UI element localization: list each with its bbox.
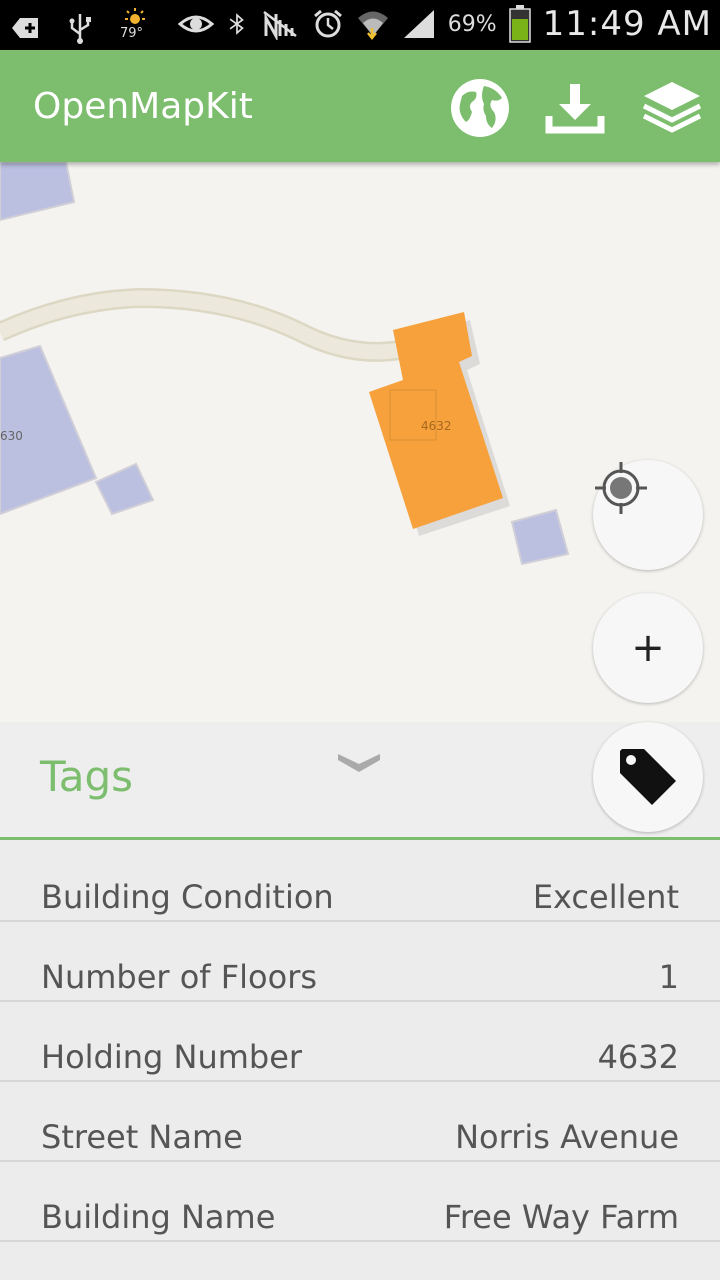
tag-value: Free Way Farm [443,1198,679,1236]
tag-key: Holding Number [41,1038,303,1076]
tag-value: 1 [658,958,679,996]
add-notification-icon [12,18,38,38]
building-top-left[interactable] [0,162,76,222]
tag-row[interactable]: Number of Floors 1 [0,920,720,1002]
cell-signal-icon [403,10,434,38]
app-title: OpenMapKit [33,86,253,127]
tag-value: Excellent [532,878,679,916]
tag-key: Building Condition [41,878,334,916]
eye-icon [177,15,214,33]
battery-percent: 69% [447,11,497,37]
tag-row[interactable]: Building Condition Excellent [0,840,720,922]
bluetooth-icon [229,13,244,35]
temperature-text: 79° [120,26,144,41]
battery-icon [508,5,531,43]
app-bar: OpenMapKit [0,50,720,162]
tag-value: Norris Avenue [455,1118,679,1156]
weather-widget: 79° [118,8,158,48]
tag-row[interactable]: Holding Number 4632 [0,1000,720,1082]
no-signal-icon [262,11,297,40]
tag-icon [620,749,676,805]
alarm-icon [313,9,342,38]
clock: 11:49 AM [542,4,712,44]
tag-key: Building Name [41,1198,276,1236]
wifi-icon [357,11,388,40]
tag-button[interactable] [593,722,703,832]
map-view[interactable]: 630 4632 + [0,162,720,722]
locate-button[interactable] [593,460,703,570]
chevron-down-icon[interactable] [336,750,382,776]
tag-row[interactable]: Building Name Free Way Farm [0,1160,720,1242]
status-bar: 79° 69% 11:49 AM [0,0,720,50]
crosshair-icon [595,462,647,514]
zoom-in-label: + [631,625,665,671]
tag-key: Street Name [41,1118,243,1156]
building-small-2[interactable] [510,508,570,566]
tags-panel-header[interactable]: Tags [0,722,720,840]
selected-building-label: 4632 [421,419,452,433]
layers-icon[interactable] [640,76,704,140]
tags-title: Tags [40,752,133,801]
tag-key: Number of Floors [41,958,318,996]
building-left-label: 630 [0,429,23,443]
tag-value: 4632 [597,1038,679,1076]
building-small-1[interactable] [94,462,155,516]
globe-icon[interactable] [448,76,512,140]
download-icon[interactable] [543,76,607,140]
tag-row[interactable]: Street Name Norris Avenue [0,1080,720,1162]
zoom-in-button[interactable]: + [593,593,703,703]
usb-icon [69,14,91,44]
